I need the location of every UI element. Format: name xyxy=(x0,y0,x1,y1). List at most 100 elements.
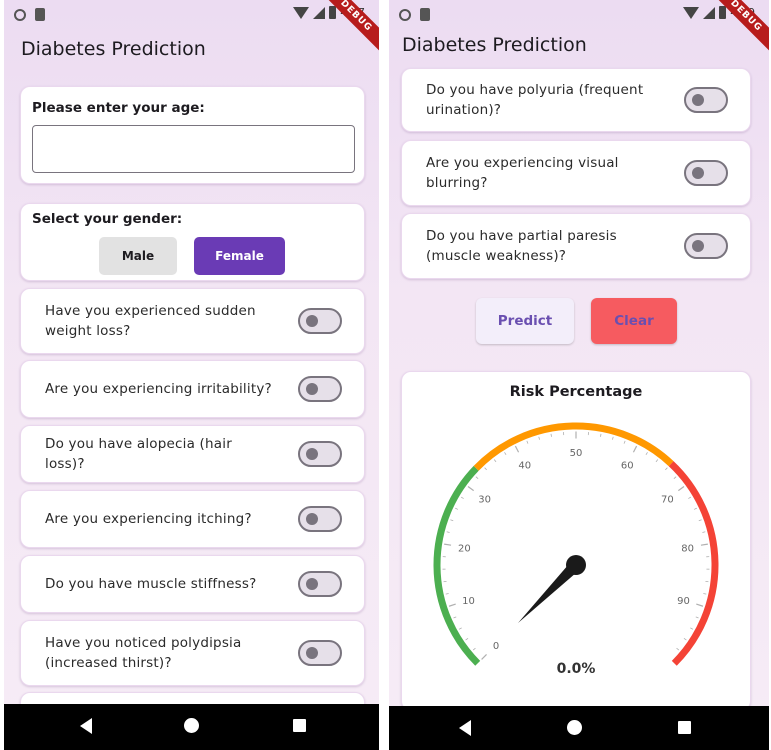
home-icon[interactable] xyxy=(567,720,582,735)
phone-screen-left: 4:27 DEBUG Diabetes Prediction Please en… xyxy=(4,0,379,750)
back-icon[interactable] xyxy=(459,720,471,736)
gauge-minor-tick xyxy=(446,531,450,533)
signal-icon xyxy=(703,6,716,19)
gender-card: Select your gender: Male Female xyxy=(20,203,365,281)
gauge-value-label: 0.0% xyxy=(557,661,596,677)
gauge-tick-label: 10 xyxy=(462,596,475,607)
page-title: Diabetes Prediction xyxy=(402,34,587,56)
risk-gauge: 0 10 20 30 40 50 60 70 80 90 0.0% xyxy=(433,422,719,677)
status-bar: 4:27 DEBUG xyxy=(4,0,379,54)
question-card: Do you have muscle stiffness? xyxy=(20,555,365,613)
question-text: Are you experiencing itching? xyxy=(45,511,252,527)
toggle-knob xyxy=(306,448,318,460)
gauge-minor-tick xyxy=(655,459,659,463)
gauge-major-tick xyxy=(700,543,708,546)
gauge-minor-tick xyxy=(676,647,680,651)
partial-paresis-toggle[interactable] xyxy=(684,233,728,259)
question-text: Are you experiencing irritability? xyxy=(45,381,272,397)
gauge-minor-tick xyxy=(458,627,462,630)
gauge-minor-tick xyxy=(484,467,487,471)
gauge-minor-tick xyxy=(475,476,479,479)
navigation-bar xyxy=(389,706,769,750)
age-input[interactable] xyxy=(32,125,355,173)
gauge-minor-tick xyxy=(698,519,702,522)
clear-button[interactable]: Clear xyxy=(591,298,677,344)
gauge-minor-tick xyxy=(702,531,706,533)
navigation-bar xyxy=(4,704,379,750)
gauge-tick-label: 30 xyxy=(478,495,491,506)
gauge-needle-hub xyxy=(566,555,586,575)
question-text: Do you have muscle stiffness? xyxy=(45,576,257,592)
muscle-stiffness-toggle[interactable] xyxy=(298,571,342,597)
toggle-knob xyxy=(692,94,704,106)
alopecia-toggle[interactable] xyxy=(298,441,342,467)
gauge-tick-label: 50 xyxy=(570,448,583,459)
gauge-minor-tick xyxy=(526,440,529,444)
sd-card-icon xyxy=(35,8,45,21)
gauge-minor-tick xyxy=(623,440,626,444)
weight-loss-toggle[interactable] xyxy=(298,308,342,334)
battery-icon xyxy=(719,6,727,19)
wifi-icon xyxy=(293,6,310,19)
visual-blurring-toggle[interactable] xyxy=(684,160,728,186)
recent-apps-icon[interactable] xyxy=(678,721,691,734)
gauge-range-arc xyxy=(433,465,481,666)
gauge-minor-tick xyxy=(453,616,457,619)
gauge-tick-label: 60 xyxy=(621,460,634,471)
gauge-minor-tick xyxy=(688,496,692,499)
predict-button[interactable]: Predict xyxy=(476,298,574,344)
toggle-knob xyxy=(306,578,318,590)
question-text: Do you have alopecia (hair loss)? xyxy=(45,436,232,472)
gauge-minor-tick xyxy=(445,593,449,595)
female-button[interactable]: Female xyxy=(194,237,285,275)
back-icon[interactable] xyxy=(80,718,92,734)
gauge-minor-tick xyxy=(493,459,497,463)
gauge-minor-tick xyxy=(683,638,687,641)
gauge-minor-tick xyxy=(693,507,697,510)
gauge-card: Risk Percentage 0 10 20 30 40 50 60 70 80 90 0.0% xyxy=(401,371,751,711)
question-card: Do you have partial paresis (muscle weak… xyxy=(401,213,751,279)
toggle-knob xyxy=(692,240,704,252)
gauge-minor-tick xyxy=(455,507,459,510)
itching-toggle[interactable] xyxy=(298,506,342,532)
question-card: Have you experienced sudden weight loss? xyxy=(20,288,365,354)
question-text: Have you experienced sudden weight loss? xyxy=(45,303,256,339)
toggle-knob xyxy=(692,167,704,179)
question-text: Are you experiencing visual blurring? xyxy=(426,155,619,191)
toggle-knob xyxy=(306,383,318,395)
gauge-major-tick xyxy=(696,603,704,607)
gauge-minor-tick xyxy=(450,519,454,522)
irritability-toggle[interactable] xyxy=(298,376,342,402)
question-card: Are you experiencing irritability? xyxy=(20,360,365,418)
question-card: Are you experiencing visual blurring? xyxy=(401,140,751,206)
toggle-knob xyxy=(306,647,318,659)
question-text: Do you have partial paresis (muscle weak… xyxy=(426,228,617,264)
gauge-major-tick xyxy=(481,654,487,660)
male-button[interactable]: Male xyxy=(99,237,177,275)
status-notification-icon xyxy=(14,9,26,21)
gauge-minor-tick xyxy=(472,647,476,651)
polyuria-toggle[interactable] xyxy=(684,87,728,113)
question-card: Do you have alopecia (hair loss)? xyxy=(20,425,365,483)
gauge-major-tick xyxy=(514,445,520,453)
gauge-minor-tick xyxy=(703,593,707,595)
recent-apps-icon[interactable] xyxy=(293,719,306,732)
gauge-tick-label: 70 xyxy=(661,495,674,506)
gauge-range-arc xyxy=(668,461,719,666)
sd-card-icon xyxy=(420,8,430,21)
gauge-major-tick xyxy=(448,603,456,607)
wifi-icon xyxy=(683,6,700,19)
gauge-tick-label: 90 xyxy=(677,596,690,607)
gauge-minor-tick xyxy=(600,433,602,437)
gauge-minor-tick xyxy=(504,452,507,456)
toggle-knob xyxy=(306,513,318,525)
gauge-tick-label: 80 xyxy=(681,543,694,554)
gauge-major-tick xyxy=(467,486,475,492)
home-icon[interactable] xyxy=(184,718,199,733)
polydipsia-toggle[interactable] xyxy=(298,640,342,666)
question-card: Do you have polyuria (frequent urination… xyxy=(401,68,751,132)
question-text: Have you noticed polydipsia (increased t… xyxy=(45,635,242,671)
gauge-minor-tick xyxy=(665,467,668,471)
gauge-tick-label: 0 xyxy=(493,641,499,652)
status-bar: 4:29 DEBUG xyxy=(389,0,769,54)
